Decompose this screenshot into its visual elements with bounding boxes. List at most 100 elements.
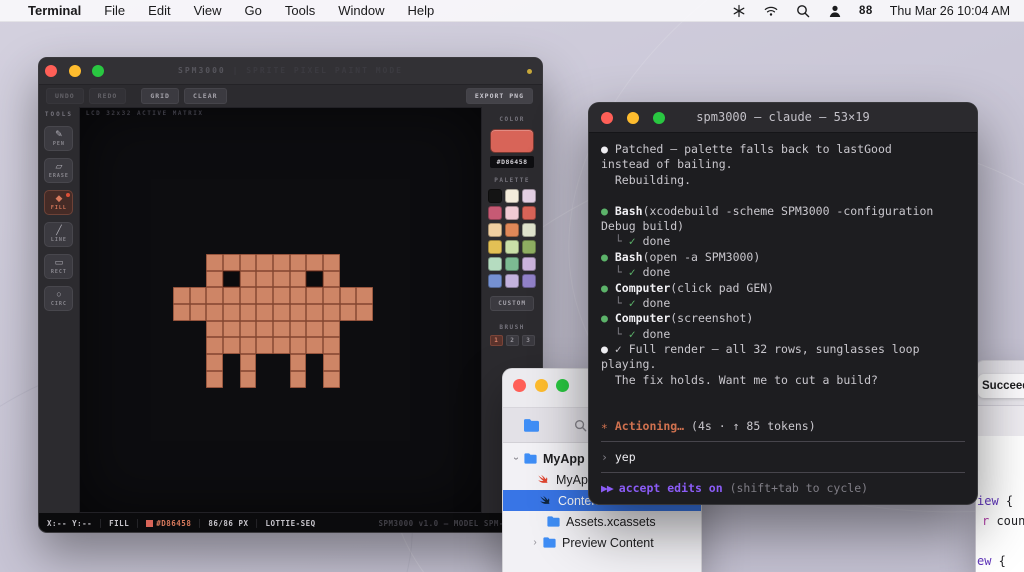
sprite-cell — [306, 337, 323, 354]
palette-swatch-10[interactable] — [505, 240, 519, 254]
palette-swatch-8[interactable] — [522, 223, 536, 237]
grid-toggle-button[interactable]: GRID — [141, 88, 179, 104]
sprite-cell — [323, 287, 340, 304]
palette-swatch-5[interactable] — [522, 206, 536, 220]
sprite-cell — [240, 354, 257, 371]
tool-erase[interactable]: ▱ERASE — [44, 158, 73, 183]
sprite-cell — [273, 254, 290, 271]
sprite-cell — [323, 354, 340, 371]
redo-button[interactable]: REDO — [89, 88, 127, 104]
sprite-cell — [206, 271, 223, 288]
menu-item-help[interactable]: Help — [407, 3, 434, 18]
terminal-text: Debug build) — [601, 219, 684, 233]
minimize-button[interactable] — [535, 379, 548, 392]
zoom-button[interactable] — [556, 379, 569, 392]
tool-fill[interactable]: ◆FILL — [44, 190, 73, 215]
palette-swatch-12[interactable] — [488, 257, 502, 271]
sprite-cell — [223, 287, 240, 304]
terminal-text: Rebuilding. — [601, 173, 691, 187]
palette-swatch-14[interactable] — [522, 257, 536, 271]
divider: │ — [135, 519, 140, 528]
sprite-cell — [223, 321, 240, 338]
brush-size-2[interactable]: 2 — [506, 335, 519, 346]
palette-swatch-3[interactable] — [488, 206, 502, 220]
sprite-cell — [356, 271, 373, 288]
wifi-icon[interactable] — [763, 3, 778, 18]
project-folder-icon[interactable] — [522, 418, 541, 433]
palette-swatch-6[interactable] — [488, 223, 502, 237]
palette-swatch-15[interactable] — [488, 274, 502, 288]
terminal-content[interactable]: ● Patched — palette falls back to lastGo… — [589, 133, 977, 496]
file-row-assets-xcassets[interactable]: Assets.xcassets — [503, 511, 701, 532]
terminal-text: Bash — [615, 204, 643, 218]
undo-button[interactable]: UNDO — [46, 88, 84, 104]
palette-swatch-11[interactable] — [522, 240, 536, 254]
pixel-editor-titlebar: SPM3000 | SPRITE PIXEL PAINT MODE — [39, 58, 542, 85]
terminal-line: └ ✓ done — [601, 296, 965, 311]
menu-item-tools[interactable]: Tools — [285, 3, 315, 18]
chevron-right-icon[interactable]: › — [528, 537, 542, 548]
terminal-line: └ ✓ done — [601, 265, 965, 280]
current-color-swatch[interactable] — [490, 129, 534, 153]
palette-swatch-16[interactable] — [505, 274, 519, 288]
sprite-cell — [273, 287, 290, 304]
tool-label: PEN — [53, 141, 65, 147]
build-succeeded-toast: Succeeded — [978, 374, 1024, 398]
terminal-text: playing. — [601, 357, 656, 371]
menu-item-window[interactable]: Window — [338, 3, 384, 18]
palette-swatch-1[interactable] — [505, 189, 519, 203]
menu-item-file[interactable]: File — [104, 3, 125, 18]
search-icon[interactable] — [574, 419, 587, 432]
folder-icon — [523, 452, 538, 465]
brush-size-1[interactable]: 1 — [490, 335, 503, 346]
palette-swatch-2[interactable] — [522, 189, 536, 203]
sprite-cell — [256, 304, 273, 321]
sprite-cell — [273, 371, 290, 388]
sprite-grid — [173, 254, 373, 388]
sprite-cell — [206, 337, 223, 354]
custom-color-button[interactable]: CUSTOM — [490, 296, 534, 311]
brush-size-3[interactable]: 3 — [522, 335, 535, 346]
pixel-editor-main: TOOLS ✎PEN▱ERASE◆FILL╱LINE▭RECT○CIRC LCD… — [39, 107, 542, 513]
search-icon[interactable] — [795, 3, 810, 18]
palette-swatch-7[interactable] — [505, 223, 519, 237]
asterisk-icon[interactable] — [731, 3, 746, 18]
pixel-canvas[interactable]: LCD 32x32 ACTIVE MATRIX — [79, 107, 482, 513]
palette-swatch-13[interactable] — [505, 257, 519, 271]
terminal-text: ● — [601, 204, 615, 218]
file-name: Preview Content — [562, 536, 654, 550]
menu-item-edit[interactable]: Edit — [148, 3, 170, 18]
sprite-cell — [190, 371, 207, 388]
user-icon[interactable] — [827, 3, 842, 18]
tool-circ[interactable]: ○CIRC — [44, 286, 73, 311]
clear-button[interactable]: CLEAR — [184, 88, 227, 104]
tool-line[interactable]: ╱LINE — [44, 222, 73, 247]
terminal-text: Patched — palette falls back to lastGood — [615, 142, 892, 156]
terminal-line: ● Bash(xcodebuild -scheme SPM3000 -confi… — [601, 204, 965, 219]
export-png-button[interactable]: EXPORT PNG — [466, 88, 533, 104]
chevron-down-icon[interactable]: › — [511, 452, 522, 466]
code-fragment: r count — [982, 514, 1024, 528]
sprite-cell — [290, 354, 307, 371]
brush-size-buttons: 123 — [490, 335, 535, 346]
file-row-preview-content[interactable]: › Preview Content — [503, 532, 701, 553]
palette-swatch-4[interactable] — [505, 206, 519, 220]
tool-rect[interactable]: ▭RECT — [44, 254, 73, 279]
terminal-line: instead of bailing. — [601, 157, 965, 172]
terminal-line: ● Computer(click pad GEN) — [601, 281, 965, 296]
palette-swatch-9[interactable] — [488, 240, 502, 254]
code-editor[interactable]: iew {r countew { — [976, 436, 1024, 572]
terminal-text: ● — [601, 342, 615, 356]
terminal-text: The fix holds. Want me to cut a build? — [601, 373, 878, 387]
menu-app-name[interactable]: Terminal — [28, 3, 81, 18]
menu-clock[interactable]: Thu Mar 26 10:04 AM — [890, 4, 1010, 18]
menu-item-go[interactable]: Go — [245, 3, 262, 18]
menu-item-view[interactable]: View — [194, 3, 222, 18]
tool-pen[interactable]: ✎PEN — [44, 126, 73, 151]
palette-swatch-17[interactable] — [522, 274, 536, 288]
palette-swatch-0[interactable] — [488, 189, 502, 203]
close-button[interactable] — [513, 379, 526, 392]
terminal-window: spm3000 — claude — 53×19 ● Patched — pal… — [588, 102, 978, 505]
xcode-editor-window: Succeeded iew {r countew { — [975, 360, 1024, 572]
grid-icon[interactable]: 88 — [859, 5, 873, 17]
